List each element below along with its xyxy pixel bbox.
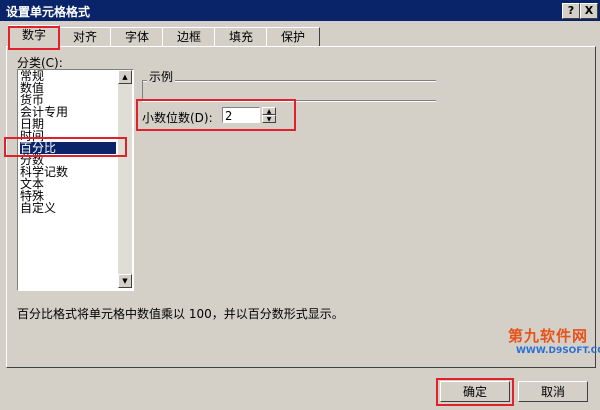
sample-label: 示例 [147,68,176,85]
ok-button-highlight [436,378,514,406]
title-bar: 设置单元格格式 ? X [0,0,600,21]
cancel-button[interactable]: 取消 [518,381,588,402]
watermark-url: WWW.D9SOFT.COM [516,346,600,356]
tab-label: 对齐 [72,30,97,44]
scroll-up-icon[interactable]: ▲ [118,70,132,84]
list-item[interactable]: 自定义 [20,202,116,214]
window-title: 设置单元格格式 [6,5,91,19]
number-tab-highlight [8,26,60,50]
tab-label: 填充 [228,30,253,44]
tab-font[interactable]: 字体 [110,27,164,47]
listbox-scrollbar[interactable]: ▲ ▼ [118,70,132,288]
tab-alignment[interactable]: 对齐 [58,27,112,47]
tab-protection[interactable]: 保护 [266,27,320,47]
help-icon[interactable]: ? [562,3,580,19]
selected-category-highlight [4,137,127,157]
tab-label: 保护 [280,30,305,44]
tab-label: 边框 [176,30,201,44]
tab-fill[interactable]: 填充 [214,27,268,47]
watermark-logo: 第九软件网 [508,327,589,345]
format-description: 百分比格式将单元格中数值乘以 100，并以百分数形式显示。 [17,307,344,321]
decimal-places-highlight [136,99,296,131]
tab-label: 字体 [124,30,149,44]
scroll-down-icon[interactable]: ▼ [118,274,132,288]
category-listbox[interactable]: 常规 数值 货币 会计专用 日期 时间 百分比 分数 科学记数 文本 特殊 自定… [17,69,134,291]
close-icon[interactable]: X [580,3,598,19]
tab-border[interactable]: 边框 [162,27,216,47]
sample-group-border [142,80,436,82]
